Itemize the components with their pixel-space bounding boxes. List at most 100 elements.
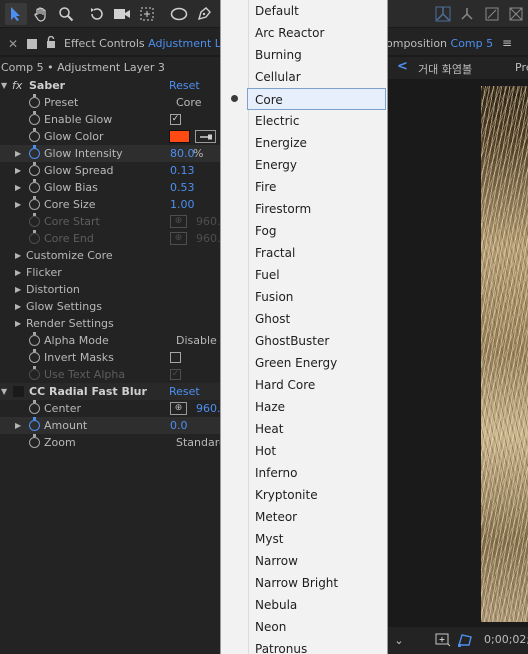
expand-triangle-icon[interactable]: ▶	[15, 196, 21, 213]
hand-tool-icon[interactable]	[30, 3, 52, 25]
menu-item[interactable]: Inferno	[221, 462, 387, 484]
menu-item[interactable]: Fusion	[221, 286, 387, 308]
expand-triangle-icon[interactable]: ▶	[15, 162, 21, 179]
expand-triangle-icon[interactable]: ▶	[15, 145, 21, 162]
back-arrow-icon[interactable]: <	[397, 59, 408, 74]
menu-item-selected[interactable]: Core	[247, 88, 386, 110]
core-size-value[interactable]: 1.00	[170, 196, 195, 213]
param-core-size[interactable]: ▶ Core Size 1.00	[0, 196, 220, 213]
glow-bias-value[interactable]: 0.53	[170, 179, 195, 196]
param-alpha-mode[interactable]: Alpha Mode Disable	[0, 332, 220, 349]
stopwatch-icon[interactable]	[29, 434, 40, 448]
center-value[interactable]: 960.	[196, 400, 221, 417]
stopwatch-icon[interactable]	[29, 111, 40, 125]
menu-item[interactable]: Hard Core	[221, 374, 387, 396]
composition-preview-image[interactable]	[481, 86, 528, 622]
camera-tool-icon[interactable]	[111, 3, 133, 25]
param-amount[interactable]: ▶ Amount 0.0	[0, 417, 220, 434]
group-customize-core[interactable]: ▶ Customize Core	[0, 247, 220, 264]
expand-triangle-icon[interactable]: ▶	[15, 298, 21, 315]
invert-masks-checkbox[interactable]	[170, 352, 181, 363]
reset-button[interactable]: Reset	[169, 383, 200, 400]
collapse-triangle-icon[interactable]: ▼	[1, 77, 7, 94]
fx-toggle-icon[interactable]	[13, 386, 24, 397]
menu-item[interactable]: Kryptonite	[221, 484, 387, 506]
menu-item[interactable]: Meteor	[221, 506, 387, 528]
menu-item[interactable]: Energy	[221, 154, 387, 176]
stopwatch-icon[interactable]	[29, 349, 40, 363]
param-glow-color[interactable]: Glow Color	[0, 128, 220, 145]
menu-item[interactable]: Patronus	[221, 638, 387, 654]
current-timecode[interactable]: 0;00;02;	[484, 633, 528, 646]
pen-tool-icon[interactable]	[193, 3, 215, 25]
tab-effect-controls[interactable]: Effect Controls Adjustment Lay	[64, 37, 234, 50]
grid-guides-icon[interactable]	[434, 632, 452, 648]
menu-item[interactable]: Hot	[221, 440, 387, 462]
menu-item[interactable]: Energize	[221, 132, 387, 154]
param-glow-spread[interactable]: ▶ Glow Spread 0.13	[0, 162, 220, 179]
stopwatch-icon[interactable]	[29, 332, 40, 346]
tab-composition[interactable]: omposition Comp 5	[386, 37, 493, 50]
stopwatch-icon[interactable]	[29, 128, 40, 142]
expand-triangle-icon[interactable]: ▶	[15, 281, 21, 298]
pan-behind-tool-icon[interactable]	[136, 3, 158, 25]
menu-item[interactable]: Haze	[221, 396, 387, 418]
view-axis-icon[interactable]	[481, 3, 503, 25]
expand-triangle-icon[interactable]: ▶	[15, 247, 21, 264]
enable-glow-checkbox[interactable]: ✓	[170, 114, 181, 125]
selection-tool-icon[interactable]	[5, 3, 27, 25]
reset-button[interactable]: Reset	[169, 77, 200, 94]
expand-triangle-icon[interactable]: ▶	[15, 315, 21, 332]
param-enable-glow[interactable]: Enable Glow ✓	[0, 111, 220, 128]
group-flicker[interactable]: ▶ Flicker	[0, 264, 220, 281]
group-render-settings[interactable]: ▶ Render Settings	[0, 315, 220, 332]
menu-item[interactable]: Myst	[221, 528, 387, 550]
stopwatch-icon[interactable]	[29, 145, 40, 159]
param-zoom[interactable]: Zoom Standard	[0, 434, 226, 451]
local-axis-icon[interactable]	[432, 3, 454, 25]
stopwatch-icon[interactable]	[29, 196, 40, 210]
menu-item[interactable]: Ghost	[221, 308, 387, 330]
snapping-icon[interactable]	[505, 3, 527, 25]
group-glow-settings[interactable]: ▶ Glow Settings	[0, 298, 220, 315]
eyedropper-icon[interactable]	[195, 130, 216, 143]
effect-saber-header[interactable]: ▼ fx Saber Reset	[0, 77, 220, 94]
stopwatch-icon[interactable]	[29, 94, 40, 108]
ellipse-tool-icon[interactable]	[168, 3, 190, 25]
param-preset[interactable]: Preset Core	[0, 94, 220, 111]
expand-triangle-icon[interactable]: ▶	[15, 179, 21, 196]
lock-icon[interactable]	[46, 35, 56, 48]
menu-item[interactable]: Narrow	[221, 550, 387, 572]
menu-item[interactable]: Cellular	[221, 66, 387, 88]
menu-item[interactable]: Fuel	[221, 264, 387, 286]
stopwatch-icon[interactable]	[29, 417, 40, 431]
param-glow-bias[interactable]: ▶ Glow Bias 0.53	[0, 179, 220, 196]
stopwatch-icon[interactable]	[29, 400, 40, 414]
menu-item[interactable]: Burning	[221, 44, 387, 66]
menu-item[interactable]: Nebula	[221, 594, 387, 616]
menu-item[interactable]: Heat	[221, 418, 387, 440]
glow-spread-value[interactable]: 0.13	[170, 162, 195, 179]
menu-item[interactable]: Narrow Bright	[221, 572, 387, 594]
param-glow-intensity[interactable]: ▶ Glow Intensity 80.0 %	[0, 145, 220, 162]
amount-value[interactable]: 0.0	[170, 417, 188, 434]
panel-menu-icon[interactable]	[27, 39, 37, 49]
menu-item[interactable]: Green Energy	[221, 352, 387, 374]
stopwatch-icon[interactable]	[29, 162, 40, 176]
menu-item[interactable]: Firestorm	[221, 198, 387, 220]
rotate-tool-icon[interactable]	[86, 3, 108, 25]
group-distortion[interactable]: ▶ Distortion	[0, 281, 220, 298]
menu-item[interactable]: Electric	[221, 110, 387, 132]
zoom-tool-icon[interactable]	[55, 3, 77, 25]
expand-triangle-icon[interactable]: ▶	[15, 264, 21, 281]
param-invert-masks[interactable]: Invert Masks	[0, 349, 220, 366]
crosshair-icon[interactable]: ⊕	[170, 402, 187, 415]
expand-triangle-icon[interactable]: ▶	[15, 417, 21, 434]
collapse-triangle-icon[interactable]: ▼	[1, 383, 7, 400]
fx-toggle-icon[interactable]: fx	[12, 77, 22, 94]
menu-item[interactable]: Fire	[221, 176, 387, 198]
close-panel-icon[interactable]: ✕	[8, 37, 18, 51]
composition-breadcrumb-next[interactable]: Pre	[515, 61, 528, 74]
effect-radial-blur-header[interactable]: ▼ CC Radial Fast Blur Reset	[0, 383, 220, 400]
zoom-dropdown[interactable]: Standard	[176, 434, 226, 451]
